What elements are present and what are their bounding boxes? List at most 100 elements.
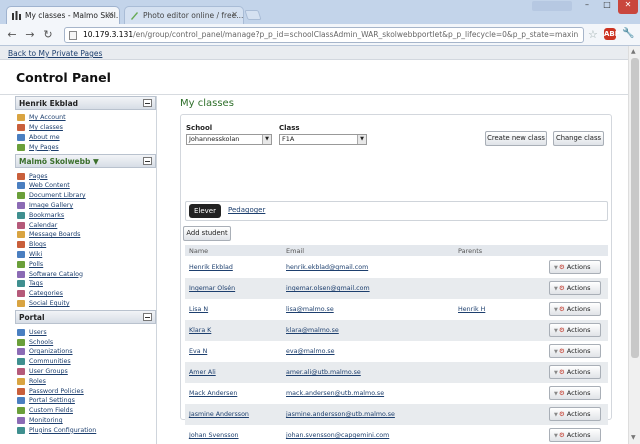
adblock-icon[interactable]: ABP <box>604 28 620 40</box>
sidebar-item[interactable]: Portal Settings <box>17 396 156 406</box>
sidebar-item-label[interactable]: My Account <box>29 114 66 121</box>
student-email-link[interactable]: johan.svensson@capgemini.com <box>286 432 389 439</box>
add-student-button-top[interactable]: Add student <box>183 226 231 241</box>
sidebar-item[interactable]: Polls <box>17 259 156 269</box>
student-name-link[interactable]: Lisa N <box>189 306 208 313</box>
sidebar-item[interactable]: Tags <box>17 279 156 289</box>
actions-button[interactable]: ▼⚙ Actions <box>549 260 601 274</box>
sidebar-item-label[interactable]: About me <box>29 134 60 141</box>
sidebar-item-label[interactable]: Tags <box>29 280 43 287</box>
actions-button[interactable]: ▼⚙ Actions <box>549 281 601 295</box>
sidebar-item[interactable]: Image Gallery <box>17 201 156 211</box>
back-to-private-pages-link[interactable]: Back to My Private Pages <box>8 49 102 58</box>
student-name-link[interactable]: Klara K <box>189 327 211 334</box>
sidebar-item[interactable]: Categories <box>17 289 156 299</box>
actions-button[interactable]: ▼⚙ Actions <box>549 407 601 421</box>
address-bar[interactable]: 10.179.3.131/en/group/control_panel/mana… <box>64 27 584 43</box>
sidebar-item[interactable]: My classes <box>17 123 156 133</box>
sidebar-item-label[interactable]: My classes <box>29 124 63 131</box>
sidebar-item[interactable]: Blogs <box>17 240 156 250</box>
sidebar-item-label[interactable]: Portal Settings <box>29 397 75 404</box>
sidebar-item-label[interactable]: Web Content <box>29 182 70 189</box>
school-select[interactable]: Johannesskolan ▼ <box>186 134 272 145</box>
actions-button[interactable]: ▼⚙ Actions <box>549 386 601 400</box>
sidebar-item-label[interactable]: Roles <box>29 378 46 385</box>
scroll-thumb[interactable] <box>631 58 639 358</box>
actions-button[interactable]: ▼⚙ Actions <box>549 365 601 379</box>
sidebar-item-label[interactable]: Document Library <box>29 192 86 199</box>
sidebar-item[interactable]: Plugins Configuration <box>17 425 156 435</box>
actions-button[interactable]: ▼⚙ Actions <box>549 344 601 358</box>
browser-tab-inactive[interactable]: Photo editor online / free... ✕ <box>124 6 244 24</box>
back-arrow-icon[interactable]: ← <box>4 27 20 43</box>
minimize-icon[interactable] <box>143 313 152 322</box>
close-tab-icon[interactable]: ✕ <box>107 10 114 19</box>
close-tab-icon[interactable]: ✕ <box>231 10 238 19</box>
sidebar-section-title[interactable]: Malmö Skolwebb ▼ <box>19 157 99 166</box>
sidebar-item[interactable]: Document Library <box>17 191 156 201</box>
student-name-link[interactable]: Mack Andersen <box>189 390 237 397</box>
sidebar-item-label[interactable]: Schools <box>29 339 53 346</box>
sidebar-item-label[interactable]: Plugins Configuration <box>29 427 96 434</box>
sidebar-item[interactable]: Password Policies <box>17 386 156 396</box>
maximize-window-icon[interactable]: □ <box>598 0 616 14</box>
sidebar-item[interactable]: Message Boards <box>17 230 156 240</box>
sidebar-item-label[interactable]: Custom Fields <box>29 407 73 414</box>
student-parents-link[interactable]: Henrik H <box>458 306 485 313</box>
student-name-link[interactable]: Henrik Ekblad <box>189 264 233 271</box>
student-email-link[interactable]: klara@malmo.se <box>286 327 339 334</box>
sidebar-item-label[interactable]: Categories <box>29 290 63 297</box>
scroll-down-icon[interactable]: ▼ <box>631 434 636 441</box>
sidebar-item[interactable]: My Account <box>17 113 156 123</box>
sidebar-item-label[interactable]: Organizations <box>29 348 73 355</box>
actions-button[interactable]: ▼⚙ Actions <box>549 428 601 442</box>
sidebar-item[interactable]: User Groups <box>17 367 156 377</box>
reload-icon[interactable]: ↻ <box>40 27 56 43</box>
sidebar-item[interactable]: Custom Fields <box>17 406 156 416</box>
new-tab-button[interactable] <box>244 10 262 20</box>
close-window-icon[interactable]: ✕ <box>618 0 638 14</box>
sidebar-item[interactable]: Pages <box>17 171 156 181</box>
sidebar-item-label[interactable]: Monitoring <box>29 417 63 424</box>
student-name-link[interactable]: Eva N <box>189 348 207 355</box>
student-email-link[interactable]: eva@malmo.se <box>286 348 335 355</box>
sidebar-item[interactable]: About me <box>17 133 156 143</box>
sidebar-item[interactable]: Web Content <box>17 181 156 191</box>
sidebar-item[interactable]: Software Catalog <box>17 269 156 279</box>
change-class-button[interactable]: Change class <box>553 131 604 146</box>
student-name-link[interactable]: Johan Svensson <box>189 432 239 439</box>
sidebar-item-label[interactable]: Password Policies <box>29 388 84 395</box>
page-scrollbar[interactable]: ▲ ▼ <box>628 46 640 444</box>
student-email-link[interactable]: jasmine.andersson@utb.malmo.se <box>286 411 395 418</box>
sidebar-section-header[interactable]: Henrik Ekblad <box>15 96 156 110</box>
wrench-icon[interactable]: 🔧 <box>622 28 634 39</box>
sidebar-item-label[interactable]: Polls <box>29 261 43 268</box>
sidebar-item-label[interactable]: Blogs <box>29 241 46 248</box>
sidebar-item[interactable]: Users <box>17 327 156 337</box>
sidebar-item[interactable]: Organizations <box>17 347 156 357</box>
student-name-link[interactable]: Ingemar Olsén <box>189 285 235 292</box>
sidebar-item[interactable]: Calendar <box>17 220 156 230</box>
sidebar-item[interactable]: Wiki <box>17 250 156 260</box>
sidebar-item-label[interactable]: Calendar <box>29 222 57 229</box>
sidebar-item-label[interactable]: Communities <box>29 358 71 365</box>
scroll-up-icon[interactable]: ▲ <box>631 48 636 55</box>
student-name-link[interactable]: Amer Ali <box>189 369 216 376</box>
student-email-link[interactable]: ingemar.olsen@gmail.com <box>286 285 370 292</box>
sidebar-item-label[interactable]: Message Boards <box>29 231 80 238</box>
sidebar-item-label[interactable]: My Pages <box>29 144 59 151</box>
sidebar-item-label[interactable]: Bookmarks <box>29 212 64 219</box>
student-email-link[interactable]: mack.andersen@utb.malmo.se <box>286 390 384 397</box>
sidebar-item-label[interactable]: User Groups <box>29 368 68 375</box>
sidebar-item[interactable]: My Pages <box>17 142 156 152</box>
tab-pedagoger[interactable]: Pedagoger <box>228 206 265 214</box>
sidebar-item-label[interactable]: Users <box>29 329 47 336</box>
create-new-class-button[interactable]: Create new class <box>485 131 547 146</box>
actions-button[interactable]: ▼⚙ Actions <box>549 323 601 337</box>
student-email-link[interactable]: henrik.ekblad@gmail.com <box>286 264 368 271</box>
sidebar-item[interactable]: Bookmarks <box>17 210 156 220</box>
sidebar-item[interactable]: Schools <box>17 337 156 347</box>
browser-tab-active[interactable]: My classes - Malmo Skol... ✕ <box>6 6 120 24</box>
sidebar-section-header[interactable]: Malmö Skolwebb ▼ <box>15 154 156 169</box>
sidebar-item[interactable]: Social Equity <box>17 299 156 309</box>
